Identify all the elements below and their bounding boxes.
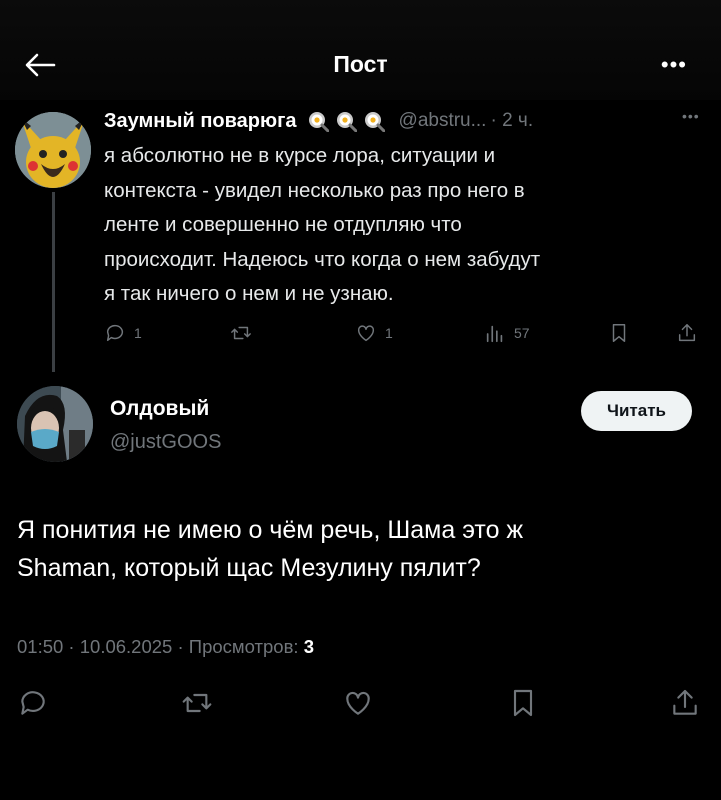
reply-icon — [21, 691, 45, 715]
author-name[interactable]: Заумный поварюга — [104, 110, 297, 133]
follow-button[interactable]: Читать — [581, 391, 692, 431]
reply-button[interactable]: 1 — [104, 322, 142, 344]
reply-button[interactable] — [17, 687, 49, 719]
bookmark-icon — [513, 689, 533, 717]
reply-icon — [106, 324, 124, 342]
views-label: Просмотров: — [188, 636, 299, 657]
views-count: 57 — [514, 325, 530, 341]
bookmark-button[interactable] — [507, 687, 539, 719]
post-date[interactable]: 10.06.2025 — [80, 636, 173, 657]
heart-icon — [346, 691, 370, 715]
page-title: Пост — [333, 51, 388, 77]
like-button[interactable] — [342, 687, 374, 719]
frying-pan-egg-icon — [364, 112, 385, 132]
timestamp[interactable]: · 2 ч. — [490, 110, 533, 132]
share-icon — [673, 689, 697, 715]
bookmark-icon — [612, 324, 626, 342]
avatar[interactable] — [15, 112, 91, 188]
tweet-more-icon[interactable]: ••• — [682, 108, 700, 124]
like-count: 1 — [385, 325, 393, 341]
frying-pan-egg-icon — [308, 112, 329, 132]
tweet-text: я абсолютно не в курсе лора, ситуации и … — [104, 144, 541, 305]
tweet-header: Заумный поварюга @abstru... · 2 ч. — [104, 107, 533, 135]
author-handle[interactable]: @abstru... — [399, 110, 487, 132]
retweet-button[interactable] — [230, 322, 252, 344]
avatar[interactable] — [17, 386, 93, 462]
share-icon — [678, 324, 696, 342]
thread-line — [52, 192, 55, 372]
reply-count: 1 — [134, 325, 142, 341]
frying-pan-egg-icon — [336, 112, 357, 132]
like-button[interactable]: 1 — [355, 322, 393, 344]
more-options-icon[interactable]: ••• — [661, 52, 687, 78]
bookmark-button[interactable] — [608, 322, 630, 344]
share-button[interactable] — [669, 687, 701, 719]
heart-icon — [357, 325, 375, 342]
retweet-icon — [182, 693, 212, 713]
top-bar: Пост ••• — [0, 0, 721, 100]
share-button[interactable] — [676, 322, 698, 344]
tweet-text: Я понития не имею о чём речь, Шама это ж… — [17, 516, 524, 582]
tweet-meta: 01:50 · 10.06.2025 · Просмотров: 3 — [17, 636, 314, 657]
retweet-icon — [231, 326, 251, 340]
author-name[interactable]: Олдовый — [110, 397, 209, 421]
views-count: 3 — [303, 636, 314, 657]
retweet-button[interactable] — [181, 687, 213, 719]
views-button[interactable]: 57 — [484, 322, 530, 344]
post-time[interactable]: 01:50 — [17, 636, 63, 657]
views-chart-icon — [486, 325, 503, 343]
author-handle[interactable]: @justGOOS — [110, 431, 221, 454]
badges — [307, 110, 385, 132]
